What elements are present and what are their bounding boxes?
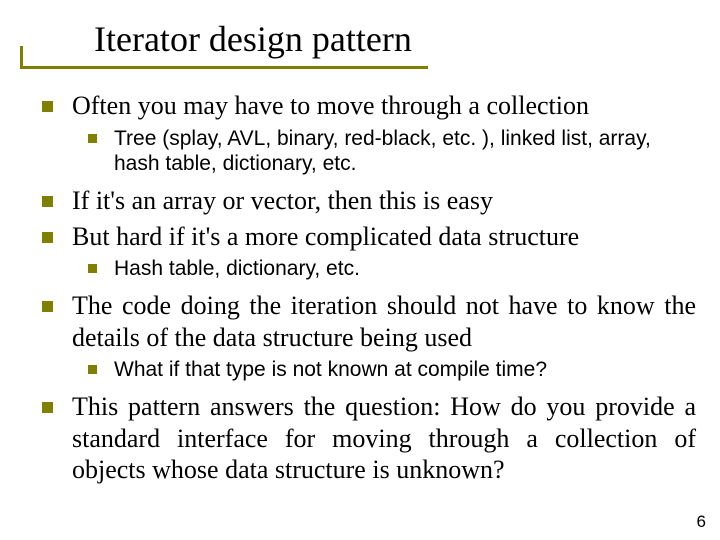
square-bullet-icon — [42, 232, 53, 243]
bullet-level1: The code doing the iteration should not … — [36, 290, 696, 353]
slide: Iterator design pattern Often you may ha… — [0, 0, 720, 540]
bullet-text: Hash table, dictionary, etc. — [114, 257, 360, 280]
square-bullet-icon — [88, 134, 97, 143]
bullet-text: This pattern answers the question: How d… — [72, 392, 696, 484]
slide-body: Often you may have to move through a col… — [36, 90, 696, 490]
bullet-level1: But hard if it's a more complicated data… — [36, 221, 696, 253]
bullet-level2: Tree (splay, AVL, binary, red-black, etc… — [36, 126, 696, 177]
title-container: Iterator design pattern — [94, 20, 412, 60]
bullet-level1: Often you may have to move through a col… — [36, 90, 696, 122]
slide-title: Iterator design pattern — [94, 20, 412, 60]
title-accent-vertical — [20, 46, 23, 66]
square-bullet-icon — [88, 365, 97, 374]
square-bullet-icon — [42, 402, 53, 413]
bullet-text: But hard if it's a more complicated data… — [72, 222, 579, 251]
square-bullet-icon — [88, 264, 97, 273]
title-underline — [20, 66, 428, 69]
page-number: 6 — [697, 512, 706, 532]
bullet-text: Tree (splay, AVL, binary, red-black, etc… — [114, 127, 651, 176]
bullet-level2: What if that type is not known at compil… — [36, 357, 696, 383]
bullet-text: If it's an array or vector, then this is… — [72, 186, 493, 215]
bullet-level1: This pattern answers the question: How d… — [36, 391, 696, 486]
square-bullet-icon — [42, 301, 53, 312]
bullet-level2: Hash table, dictionary, etc. — [36, 256, 696, 282]
bullet-level1: If it's an array or vector, then this is… — [36, 185, 696, 217]
bullet-text: What if that type is not known at compil… — [114, 358, 547, 381]
square-bullet-icon — [42, 196, 53, 207]
bullet-text: Often you may have to move through a col… — [72, 91, 589, 120]
bullet-text: The code doing the iteration should not … — [72, 291, 696, 352]
square-bullet-icon — [42, 101, 53, 112]
